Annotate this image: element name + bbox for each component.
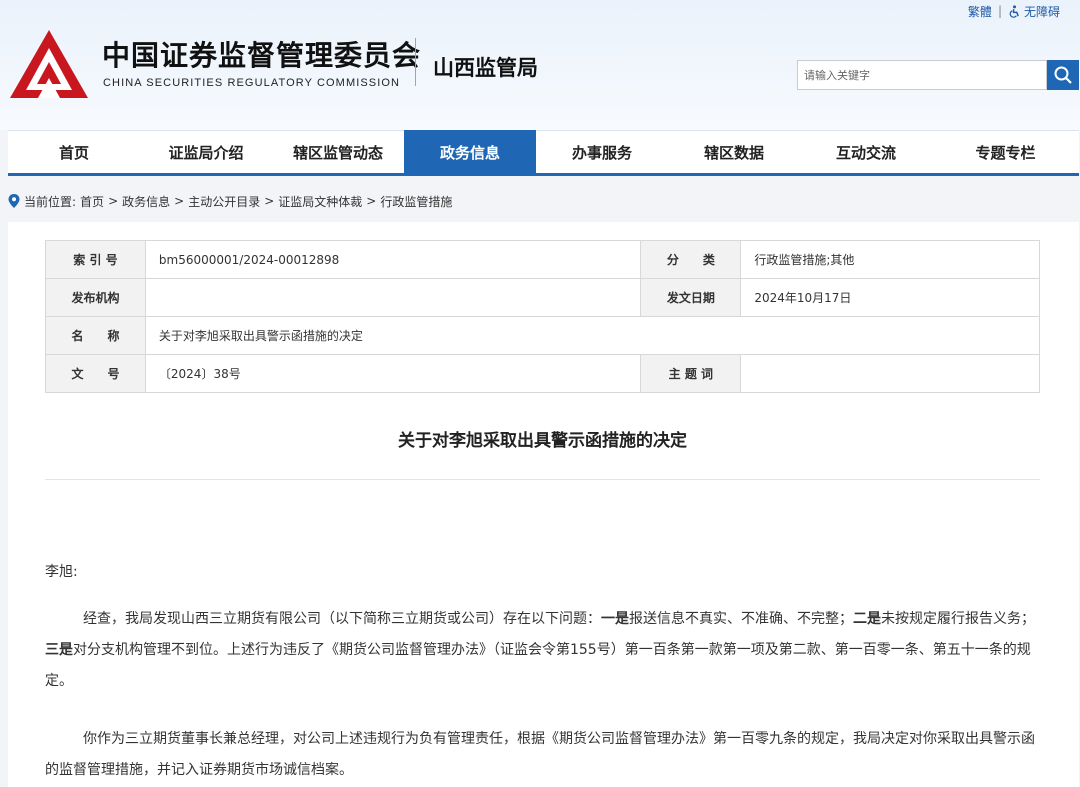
nav-item-interaction[interactable]: 互动交流 xyxy=(800,131,932,174)
docno-label: 文 号 xyxy=(45,354,146,393)
nav-item-bureau-intro[interactable]: 证监局介绍 xyxy=(140,131,272,174)
docno-value: 〔2024〕38号 xyxy=(144,354,642,393)
csrc-logo-icon[interactable] xyxy=(8,28,90,100)
search-input[interactable] xyxy=(798,61,1046,89)
top-links: 繁體 | 无障碍 xyxy=(968,2,1060,20)
name-value: 关于对李旭采取出具警示函措施的决定 xyxy=(144,316,1041,355)
findings-item-1-marker: 一是 xyxy=(601,611,629,627)
search-box xyxy=(797,60,1047,90)
bureau-name: 山西监管局 xyxy=(433,56,538,80)
topic-value xyxy=(740,354,1040,393)
findings-item-3: 对分支机构管理不到位。上述行为违反了《期货公司监督管理办法》（证监会令第155号… xyxy=(45,642,1031,689)
search-button[interactable] xyxy=(1047,60,1079,90)
paragraph-decision: 你作为三立期货董事长兼总经理，对公司上述违规行为负有管理责任，根据《期货公司监督… xyxy=(45,731,1035,778)
org-name-en: CHINA SECURITIES REGULATORY COMMISSION xyxy=(103,77,401,89)
breadcrumb-separator: > xyxy=(366,194,377,208)
breadcrumb-gov-info[interactable]: 政务信息 xyxy=(122,193,170,210)
date-label: 发文日期 xyxy=(640,278,742,317)
traditional-chinese-link[interactable]: 繁體 xyxy=(968,3,992,20)
breadcrumb-separator: > xyxy=(174,194,185,208)
accessibility-link[interactable]: 无障碍 xyxy=(1008,3,1060,20)
publisher-label: 发布机构 xyxy=(45,278,146,317)
header-divider xyxy=(415,38,416,86)
findings-item-2: 未按规定履行报告义务； xyxy=(881,611,1035,627)
index-value: bm56000001/2024-00012898 xyxy=(144,240,642,279)
table-row: 文 号 〔2024〕38号 主 题 词 xyxy=(45,354,1040,393)
salutation: 李旭: xyxy=(45,564,78,580)
nav-item-special-topics[interactable]: 专题专栏 xyxy=(932,131,1079,174)
date-value: 2024年10月17日 xyxy=(740,278,1040,317)
breadcrumb-public-catalog[interactable]: 主动公开目录 xyxy=(188,193,260,210)
breadcrumb-home[interactable]: 首页 xyxy=(80,193,104,210)
table-row: 名 称 关于对李旭采取出具警示函措施的决定 xyxy=(45,316,1041,355)
nav-item-home[interactable]: 首页 xyxy=(8,131,140,174)
nav-item-gov-info[interactable]: 政务信息 xyxy=(404,130,536,174)
content-panel: 索 引 号 bm56000001/2024-00012898 分 类 行政监管措… xyxy=(8,222,1079,787)
breadcrumb-separator: > xyxy=(108,194,119,208)
findings-item-1: 报送信息不真实、不准确、不完整； xyxy=(629,611,853,627)
main-nav: 首页 证监局介绍 辖区监管动态 政务信息 办事服务 辖区数据 互动交流 专题专栏 xyxy=(8,130,1079,176)
breadcrumb-doc-types[interactable]: 证监局文种体裁 xyxy=(278,193,362,210)
accessibility-icon xyxy=(1009,4,1019,18)
paragraph-findings: 经查，我局发现山西三立期货有限公司（以下简称三立期货或公司）存在以下问题：一是报… xyxy=(45,604,1040,697)
index-label: 索 引 号 xyxy=(45,240,146,279)
site-header: 繁體 | 无障碍 中国证券监督管理委员会 CHINA SECURITIES RE… xyxy=(0,0,1080,130)
nav-item-services[interactable]: 办事服务 xyxy=(536,131,668,174)
breadcrumb-admin-measures[interactable]: 行政监管措施 xyxy=(380,193,452,210)
category-value: 行政监管措施;其他 xyxy=(740,240,1040,279)
breadcrumb-separator: > xyxy=(264,194,275,208)
findings-item-3-marker: 三是 xyxy=(45,642,73,658)
top-links-separator: | xyxy=(997,4,1002,18)
breadcrumb: 当前位置: 首页 > 政务信息 > 主动公开目录 > 证监局文种体裁 > 行政监… xyxy=(8,193,452,209)
findings-item-2-marker: 二是 xyxy=(853,611,881,627)
topic-label: 主 题 词 xyxy=(640,354,742,393)
document-meta-table: 索 引 号 bm56000001/2024-00012898 分 类 行政监管措… xyxy=(45,240,1041,393)
breadcrumb-prefix: 当前位置: xyxy=(24,194,77,209)
org-name-cn: 中国证券监督管理委员会 xyxy=(102,39,422,72)
name-label: 名 称 xyxy=(45,316,146,355)
publisher-value xyxy=(144,278,642,317)
nav-item-regional-news[interactable]: 辖区监管动态 xyxy=(272,131,404,174)
category-label: 分 类 xyxy=(640,240,742,279)
table-row: 发布机构 发文日期 2024年10月17日 xyxy=(45,278,1040,317)
title-divider xyxy=(45,479,1040,480)
findings-lead: 经查，我局发现山西三立期货有限公司（以下简称三立期货或公司）存在以下问题： xyxy=(83,611,601,627)
location-pin-icon xyxy=(8,194,20,208)
nav-item-regional-data[interactable]: 辖区数据 xyxy=(668,131,800,174)
table-row: 索 引 号 bm56000001/2024-00012898 分 类 行政监管措… xyxy=(45,240,1040,279)
document-title: 关于对李旭采取出具警示函措施的决定 xyxy=(398,431,687,451)
search-icon xyxy=(1054,66,1072,84)
accessibility-label: 无障碍 xyxy=(1023,4,1060,19)
